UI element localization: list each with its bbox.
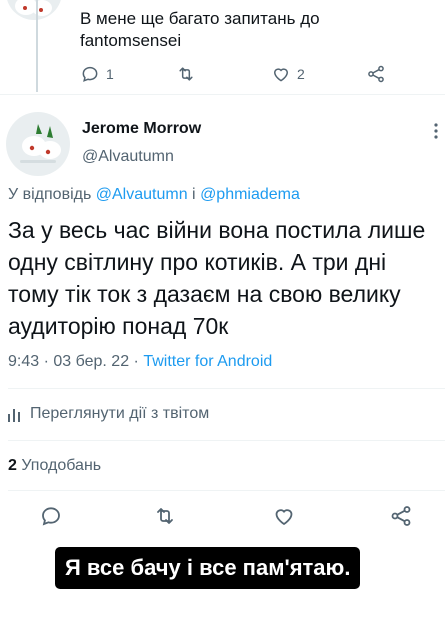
reply-icon — [82, 66, 98, 82]
previous-tweet-text: В мене ще багато запитань до fantomsense… — [80, 8, 320, 52]
more-options-button[interactable] — [432, 122, 440, 140]
tweet-source[interactable]: Twitter for Android — [143, 353, 272, 370]
story-caption: Я все бачу і все пам'ятаю. — [55, 547, 361, 589]
like-count: 2 — [297, 66, 305, 82]
replying-to: У відповідь @Alvautumn і @phmiadema — [8, 186, 300, 204]
thread-connector-line — [36, 0, 38, 92]
likes-summary[interactable]: 2 Уподобань — [8, 457, 101, 475]
tweet-date[interactable]: 03 бер. 22 — [53, 353, 129, 370]
retweet-icon — [179, 67, 193, 81]
retweet-icon — [157, 508, 173, 524]
tweet-thread-card: В мене ще багато запитань до fantomsense… — [0, 0, 445, 555]
reply-count: 1 — [106, 66, 114, 82]
author-handle[interactable]: @Alvautumn — [82, 148, 174, 166]
share-button[interactable] — [389, 504, 413, 528]
like-button[interactable] — [272, 504, 296, 528]
previous-author-avatar[interactable] — [6, 0, 62, 20]
tweet-actions — [0, 504, 445, 534]
retweet-button[interactable] — [153, 504, 177, 528]
likes-count: 2 — [8, 457, 17, 474]
reply-icon — [42, 507, 60, 526]
heart-icon — [273, 68, 289, 82]
meta-separator-1: · — [43, 353, 49, 370]
share-icon — [391, 506, 411, 526]
reply-mention-1[interactable]: @Alvautumn — [96, 186, 188, 203]
previous-tweet-text-line2: fantomsensei — [80, 31, 182, 50]
more-vertical-icon — [434, 123, 438, 139]
tweet-time[interactable]: 9:43 — [8, 353, 39, 370]
author-name[interactable]: Jerome Morrow — [82, 120, 201, 138]
tweet-text: За у весь час війни вона постила лише од… — [8, 217, 426, 339]
replying-to-label: У відповідь — [8, 186, 92, 203]
reply-button[interactable]: 1 — [80, 64, 114, 84]
heart-icon — [275, 509, 293, 526]
divider — [8, 388, 445, 389]
previous-tweet-text-line1: В мене ще багато запитань до — [80, 9, 320, 28]
tweet-metadata: 9:43 · 03 бер. 22 · Twitter for Android — [8, 353, 272, 371]
retweet-button[interactable] — [176, 64, 202, 84]
reply-mention-2[interactable]: @phmiadema — [200, 186, 300, 203]
divider — [0, 94, 445, 95]
likes-label: Уподобань — [21, 457, 102, 474]
previous-tweet-actions: 1 2 — [80, 64, 400, 88]
tweet-analytics-link[interactable]: Переглянути дії з твітом — [8, 405, 209, 423]
share-icon — [368, 65, 384, 83]
reply-joiner: і — [192, 186, 196, 203]
meta-separator-2: · — [133, 353, 139, 370]
like-button[interactable]: 2 — [271, 64, 305, 84]
analytics-icon — [8, 409, 20, 422]
divider — [8, 440, 445, 441]
analytics-label: Переглянути дії з твітом — [30, 405, 210, 422]
share-button[interactable] — [366, 64, 386, 84]
author-avatar[interactable] — [6, 112, 70, 176]
reply-button[interactable] — [39, 504, 63, 528]
divider — [8, 490, 445, 491]
